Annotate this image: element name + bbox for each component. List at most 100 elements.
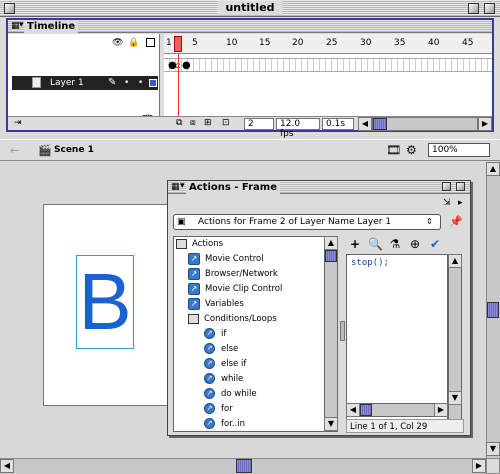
back-arrow-icon[interactable]: ← bbox=[10, 144, 19, 157]
timeline-hscroll-track[interactable] bbox=[372, 117, 478, 131]
tree-item-while[interactable]: ↗ while bbox=[204, 372, 243, 387]
scroll-right-icon[interactable]: ▶ bbox=[478, 117, 492, 131]
visibility-dot-icon[interactable]: • bbox=[124, 76, 129, 90]
tree-item-if[interactable]: ↗ if bbox=[204, 327, 226, 342]
onion-outline-icon[interactable]: ⧈ bbox=[190, 118, 196, 128]
center-frame-icon[interactable]: ⇥ bbox=[14, 118, 22, 128]
script-hscroll[interactable]: ◀ ▶ bbox=[346, 403, 448, 417]
script-hscroll-thumb[interactable] bbox=[360, 404, 372, 416]
grip-icon[interactable]: ▦ bbox=[171, 182, 180, 192]
script-status: Line 1 of 1, Col 29 bbox=[346, 419, 464, 433]
scroll-up-icon[interactable]: ▲ bbox=[324, 236, 338, 250]
category-arrow-icon: ↗ bbox=[188, 267, 200, 280]
layer-name[interactable]: Layer 1 bbox=[50, 76, 84, 90]
lock-icon[interactable]: 🔒 bbox=[128, 38, 139, 48]
tree-item-actions[interactable]: Actions bbox=[176, 237, 223, 252]
actions-titlebar[interactable]: ▦ ▾ Actions - Frame bbox=[168, 181, 470, 194]
action-icon: ↗ bbox=[204, 403, 215, 414]
stage-hscroll[interactable]: ◀ ▶ bbox=[0, 458, 486, 474]
stage-hscroll-thumb[interactable] bbox=[236, 459, 252, 473]
tree-item-do-while[interactable]: ↗ do while bbox=[204, 387, 257, 402]
tree-item-for[interactable]: ↗ for bbox=[204, 402, 233, 417]
window-titlebar[interactable]: untitled bbox=[0, 0, 500, 17]
scroll-left-icon[interactable]: ◀ bbox=[0, 459, 14, 473]
keyframe-icon[interactable]: ● bbox=[182, 60, 191, 71]
scene-icon: 🎬 bbox=[38, 144, 52, 157]
outline-icon[interactable] bbox=[146, 38, 155, 47]
scroll-down-icon[interactable]: ▼ bbox=[324, 417, 338, 431]
tree-item-for-in[interactable]: ↗ for..in bbox=[204, 417, 245, 432]
scene-name[interactable]: Scene 1 bbox=[54, 145, 94, 155]
panel-menu-icon[interactable]: ▸ bbox=[458, 198, 463, 208]
tree-item-movie-clip-control[interactable]: ↗ Movie Clip Control bbox=[188, 282, 282, 297]
elapsed-time: 0.1s bbox=[322, 118, 354, 130]
scroll-left-icon[interactable]: ◀ bbox=[358, 117, 372, 131]
script-vscroll[interactable]: ▲ ▼ bbox=[448, 254, 462, 420]
tree-item-else-if[interactable]: ↗ else if bbox=[204, 357, 246, 372]
scroll-left-icon[interactable]: ◀ bbox=[346, 403, 360, 417]
edit-scene-icon[interactable]: 🎞 bbox=[386, 143, 401, 157]
zoom-field[interactable]: 100% bbox=[428, 143, 490, 157]
toolbox-vscroll[interactable]: ▲ ▼ bbox=[324, 236, 338, 432]
frame-cells[interactable]: ● α ● bbox=[164, 58, 492, 72]
script-code[interactable]: stop(); bbox=[351, 258, 389, 268]
edit-symbols-icon[interactable]: ⚙ bbox=[406, 143, 417, 157]
stage-vscroll[interactable]: ▲ ▼ bbox=[486, 162, 500, 458]
collapse-arrow-icon[interactable]: ⇲ bbox=[443, 198, 451, 208]
tick-label: 1 bbox=[166, 38, 172, 48]
zoom-box-icon[interactable] bbox=[442, 182, 451, 191]
edit-multiple-icon[interactable]: ⊞ bbox=[204, 118, 212, 128]
onion-markers-icon[interactable]: ⊡ bbox=[222, 118, 230, 128]
resize-corner[interactable] bbox=[486, 458, 500, 474]
pin-icon[interactable]: 📌 bbox=[449, 215, 463, 228]
disclosure-triangle-icon[interactable]: ▾ bbox=[19, 20, 24, 30]
stage-vscroll-thumb[interactable] bbox=[487, 302, 499, 318]
tick-label: 20 bbox=[292, 38, 304, 48]
scroll-up-icon[interactable]: ▲ bbox=[486, 162, 500, 176]
zoom-box-icon[interactable] bbox=[468, 3, 479, 14]
eye-icon[interactable]: 👁 bbox=[112, 38, 123, 48]
replace-icon[interactable]: ⚗ bbox=[388, 237, 402, 251]
actions-target-select[interactable]: ▣ Actions for Frame 2 of Layer Name Laye… bbox=[173, 214, 441, 230]
check-syntax-icon[interactable]: ✔ bbox=[428, 237, 442, 251]
insert-target-path-icon[interactable]: ⊕ bbox=[408, 237, 422, 251]
tick-label: 25 bbox=[326, 38, 338, 48]
disclosure-triangle-icon[interactable]: ▾ bbox=[180, 181, 185, 191]
scroll-right-icon[interactable]: ▶ bbox=[472, 459, 486, 473]
onion-skin-icon[interactable]: ⧉ bbox=[176, 118, 182, 128]
category-arrow-icon: ↗ bbox=[188, 282, 200, 295]
tick-label: 40 bbox=[428, 38, 440, 48]
frame-icon: ▣ bbox=[177, 217, 186, 227]
layer-row[interactable]: Layer 1 ✎ • • bbox=[12, 76, 158, 90]
tree-item-variables[interactable]: ↗ Variables bbox=[188, 297, 244, 312]
scroll-up-icon[interactable]: ▲ bbox=[448, 254, 462, 268]
close-box-icon[interactable] bbox=[4, 3, 15, 14]
window-title: untitled bbox=[217, 1, 283, 15]
tick-label: 5 bbox=[192, 38, 198, 48]
stage-text-symbol[interactable]: B bbox=[76, 255, 134, 349]
toolbox-vscroll-thumb[interactable] bbox=[325, 250, 337, 262]
scroll-down-icon[interactable]: ▼ bbox=[448, 391, 462, 405]
scroll-right-icon[interactable]: ▶ bbox=[434, 403, 448, 417]
timeline-panel: ▦ ▾ Timeline 👁 🔒 Layer 1 ✎ • • ⊕ ✣ ▭ 🗑 bbox=[6, 18, 494, 139]
collapse-box-icon[interactable] bbox=[456, 182, 465, 191]
frame-ruler[interactable]: 1 5 10 15 20 25 30 35 40 45 bbox=[164, 34, 492, 54]
find-icon[interactable]: 🔍 bbox=[368, 237, 383, 251]
book-icon bbox=[176, 238, 187, 249]
tree-item-browser-network[interactable]: ↗ Browser/Network bbox=[188, 267, 278, 282]
timeline-hscroll-thumb[interactable] bbox=[373, 118, 387, 130]
timeline-header[interactable]: ▦ ▾ Timeline bbox=[8, 20, 492, 33]
tree-item-movie-control[interactable]: ↗ Movie Control bbox=[188, 252, 264, 267]
tree-item-conditions-loops[interactable]: Conditions/Loops bbox=[188, 312, 277, 327]
script-editor[interactable]: stop(); bbox=[346, 254, 448, 420]
scroll-down-icon[interactable]: ▼ bbox=[486, 442, 500, 456]
playhead-icon[interactable] bbox=[174, 36, 182, 52]
actions-target-label: Actions for Frame 2 of Layer Name Layer … bbox=[198, 217, 392, 227]
add-action-icon[interactable]: + bbox=[348, 237, 362, 251]
lock-dot-icon[interactable]: • bbox=[138, 76, 143, 90]
outline-color-icon[interactable] bbox=[149, 79, 157, 87]
pane-splitter[interactable] bbox=[340, 321, 345, 341]
tree-item-else[interactable]: ↗ else bbox=[204, 342, 238, 357]
collapse-box-icon[interactable] bbox=[484, 3, 495, 14]
action-icon: ↗ bbox=[204, 358, 215, 369]
